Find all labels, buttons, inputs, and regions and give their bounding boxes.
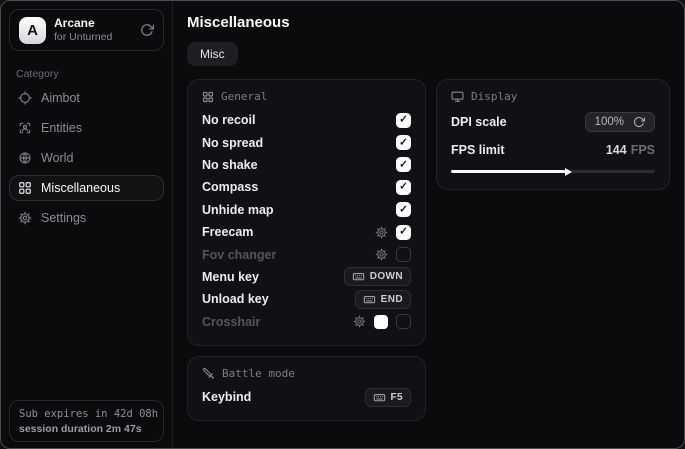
sidebar-nav: Aimbot Entities World Miscellaneous: [1, 83, 172, 233]
battle-mode-panel: Battle mode Keybind F5: [187, 356, 426, 421]
sidebar-item-label: Settings: [41, 211, 86, 225]
checkbox[interactable]: [396, 202, 411, 217]
toggle-label: Compass: [202, 180, 258, 194]
fps-number: 144: [606, 143, 627, 157]
sidebar-item-label: Miscellaneous: [41, 181, 120, 195]
reset-icon: [633, 116, 645, 128]
toggle-label: No shake: [202, 158, 258, 172]
keybind-label: Unload key: [202, 292, 269, 306]
dpi-scale-value: 100%: [595, 116, 624, 128]
gear-icon[interactable]: [353, 315, 366, 328]
general-panel: General No recoil No spread No shake: [187, 79, 426, 346]
toggle-label: No recoil: [202, 113, 256, 127]
keyboard-icon: [352, 270, 365, 283]
crosshair-icon: [18, 91, 32, 105]
keybind-value: DOWN: [370, 271, 403, 282]
sidebar: A Arcane for Unturned Category Aimbot: [1, 1, 173, 448]
fps-limit-slider[interactable]: [451, 166, 655, 177]
keybind-button[interactable]: END: [355, 290, 411, 309]
toggle-row-crosshair: Crosshair: [202, 311, 411, 333]
slider-thumb[interactable]: [565, 168, 572, 176]
refresh-icon[interactable]: [140, 23, 154, 37]
globe-icon: [18, 151, 32, 165]
dpi-scale-label: DPI scale: [451, 115, 507, 129]
slider-fill: [451, 170, 568, 173]
keyboard-icon: [373, 391, 386, 404]
toggle-row-compass: Compass: [202, 176, 411, 198]
dpi-scale-button[interactable]: 100%: [585, 112, 655, 132]
toggle-row-no-shake: No shake: [202, 154, 411, 176]
session-duration-text: session duration 2m 47s: [19, 423, 154, 435]
toggle-label: Freecam: [202, 225, 253, 239]
toggle-label: No spread: [202, 136, 263, 150]
color-swatch[interactable]: [374, 315, 388, 329]
app-window: A Arcane for Unturned Category Aimbot: [0, 0, 685, 449]
gear-icon[interactable]: [375, 226, 388, 239]
gear-icon: [18, 211, 32, 225]
toggle-row-unhide-map: Unhide map: [202, 199, 411, 221]
monitor-icon: [451, 90, 464, 103]
app-logo: A: [19, 17, 46, 44]
tab-misc[interactable]: Misc: [187, 42, 238, 66]
subscription-card: Sub expires in 42d 08h session duration …: [9, 400, 164, 442]
toggle-row-no-recoil: No recoil: [202, 109, 411, 131]
toggle-row-fov-changer: Fov changer: [202, 243, 411, 265]
fps-limit-row: FPS limit 144 FPS: [451, 141, 655, 159]
main-content: Miscellaneous Misc General No recoil: [173, 1, 684, 448]
keybind-row-menu-key: Menu key DOWN: [202, 266, 411, 288]
sub-expiry-text: Sub expires in 42d 08h: [19, 408, 154, 420]
checkbox[interactable]: [396, 225, 411, 240]
keybind-label: Menu key: [202, 270, 259, 284]
general-panel-header: General: [202, 90, 411, 103]
keybind-row-battle-keybind: Keybind F5: [202, 386, 411, 408]
sidebar-item-entities[interactable]: Entities: [9, 115, 164, 141]
checkbox[interactable]: [396, 135, 411, 150]
toggle-label: Unhide map: [202, 203, 274, 217]
display-panel-header: Display: [451, 90, 655, 103]
panel-title: General: [221, 90, 267, 103]
keybind-button[interactable]: F5: [365, 388, 411, 407]
keybind-value: F5: [391, 392, 403, 403]
toggle-label: Crosshair: [202, 315, 260, 329]
sidebar-item-label: Aimbot: [41, 91, 80, 105]
page-title: Miscellaneous: [187, 14, 670, 31]
scan-person-icon: [18, 121, 32, 135]
keybind-label: Keybind: [202, 390, 251, 404]
sword-icon: [202, 367, 215, 380]
sidebar-item-world[interactable]: World: [9, 145, 164, 171]
gear-icon[interactable]: [375, 248, 388, 261]
fps-limit-label: FPS limit: [451, 143, 504, 157]
keyboard-icon: [363, 293, 376, 306]
keybind-row-unload-key: Unload key END: [202, 288, 411, 310]
fps-limit-value: 144 FPS: [606, 141, 655, 159]
grid-icon: [18, 181, 32, 195]
checkbox[interactable]: [396, 113, 411, 128]
toggle-row-freecam: Freecam: [202, 221, 411, 243]
sidebar-item-miscellaneous[interactable]: Miscellaneous: [9, 175, 164, 201]
sidebar-item-aimbot[interactable]: Aimbot: [9, 85, 164, 111]
sidebar-item-settings[interactable]: Settings: [9, 205, 164, 231]
dpi-scale-row: DPI scale 100%: [451, 112, 655, 132]
display-panel: Display DPI scale 100% FPS limit: [436, 79, 670, 190]
sidebar-item-label: World: [41, 151, 73, 165]
app-header-card: A Arcane for Unturned: [9, 9, 164, 51]
sidebar-item-label: Entities: [41, 121, 82, 135]
grid-icon: [202, 91, 214, 103]
checkbox[interactable]: [396, 314, 411, 329]
tab-bar: Misc: [187, 42, 670, 66]
panel-title: Battle mode: [222, 367, 295, 380]
keybind-value: END: [381, 294, 403, 305]
checkbox[interactable]: [396, 157, 411, 172]
toggle-label: Fov changer: [202, 248, 276, 262]
keybind-button[interactable]: DOWN: [344, 267, 411, 286]
category-label: Category: [1, 59, 172, 83]
checkbox[interactable]: [396, 247, 411, 262]
app-name: Arcane: [54, 16, 112, 31]
panel-title: Display: [471, 90, 517, 103]
app-subtitle: for Unturned: [54, 31, 112, 44]
battle-mode-panel-header: Battle mode: [202, 367, 411, 380]
fps-unit: FPS: [631, 143, 655, 157]
checkbox[interactable]: [396, 180, 411, 195]
toggle-row-no-spread: No spread: [202, 131, 411, 153]
